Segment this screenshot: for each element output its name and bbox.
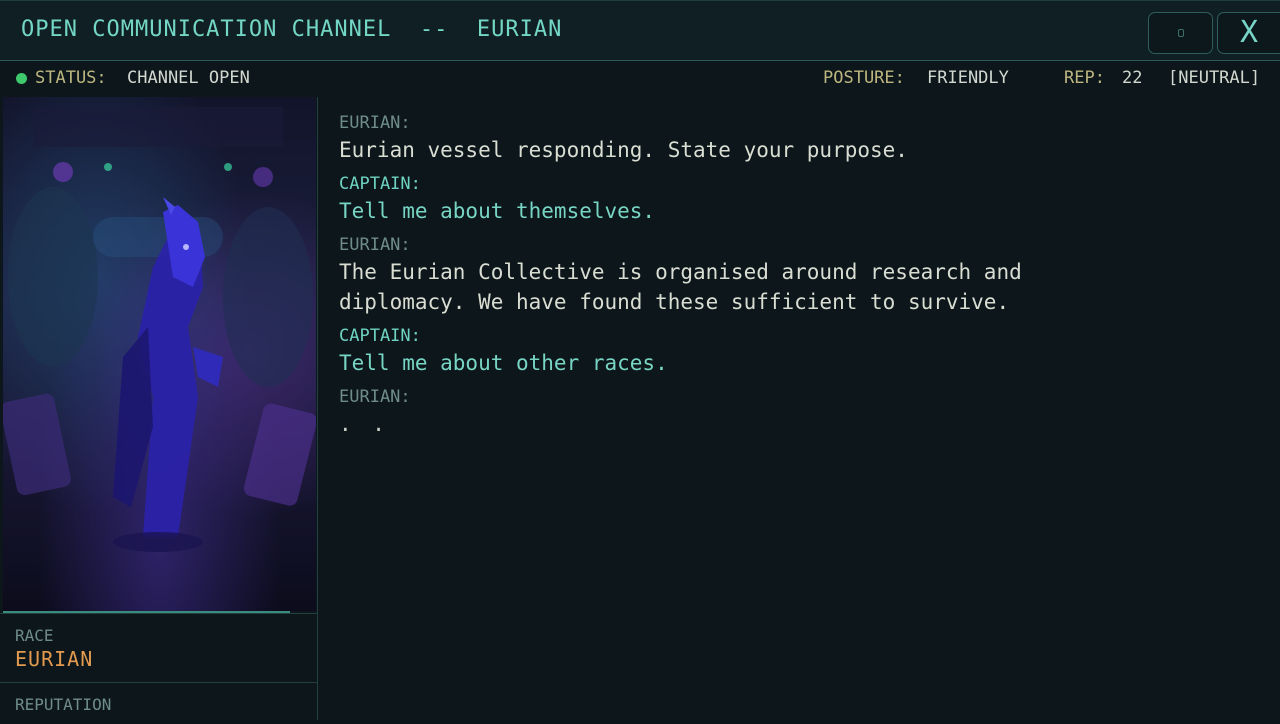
speaker-label: EURIAN: (339, 113, 411, 133)
reputation-info: REPUTATION (0, 684, 317, 724)
status-indicator-icon (16, 73, 27, 84)
dialogue-line: Tell me about other races. (339, 351, 668, 375)
close-button[interactable]: X (1217, 12, 1280, 54)
rep-standing: [NEUTRAL] (1168, 68, 1261, 88)
minimize-button[interactable] (1148, 12, 1213, 54)
close-icon: X (1239, 15, 1259, 50)
speaker-label: EURIAN: (339, 235, 411, 255)
dialogue-log: EURIAN: Eurian vessel responding. State … (339, 112, 1259, 447)
posture-value: FRIENDLY (927, 68, 1009, 88)
posture-label: POSTURE: (823, 68, 905, 88)
window-title: OPEN COMMUNICATION CHANNEL -- EURIAN (21, 17, 563, 42)
race-label: RACE (15, 626, 54, 645)
race-value: EURIAN (15, 647, 94, 671)
race-info: RACE EURIAN (0, 613, 317, 683)
alien-portrait-art (3, 107, 316, 552)
alien-portrait (3, 97, 316, 611)
rep-value: 22 (1122, 68, 1143, 88)
speaker-label: EURIAN: (339, 387, 411, 407)
portrait-panel: RACE EURIAN REPUTATION (0, 97, 318, 720)
status-value: CHANNEL OPEN (127, 68, 250, 88)
dialogue-line: Eurian vessel responding. State your pur… (339, 138, 908, 162)
speaker-label: CAPTAIN: (339, 174, 421, 194)
speaker-label: CAPTAIN: (339, 326, 421, 346)
status-label: STATUS: (35, 68, 107, 88)
dialogue-line: The Eurian Collective is organised aroun… (339, 260, 1022, 314)
minimize-icon (1177, 29, 1184, 37)
rep-label: REP: (1064, 68, 1105, 88)
dialogue-line: Tell me about themselves. (339, 199, 656, 223)
title-bar: OPEN COMMUNICATION CHANNEL -- EURIAN X (0, 0, 1280, 61)
status-bar: STATUS: CHANNEL OPEN POSTURE: FRIENDLY R… (0, 62, 1280, 96)
comm-window: OPEN COMMUNICATION CHANNEL -- EURIAN X S… (0, 0, 1280, 720)
typing-indicator: . . (339, 412, 389, 436)
reputation-label: REPUTATION (15, 695, 112, 714)
